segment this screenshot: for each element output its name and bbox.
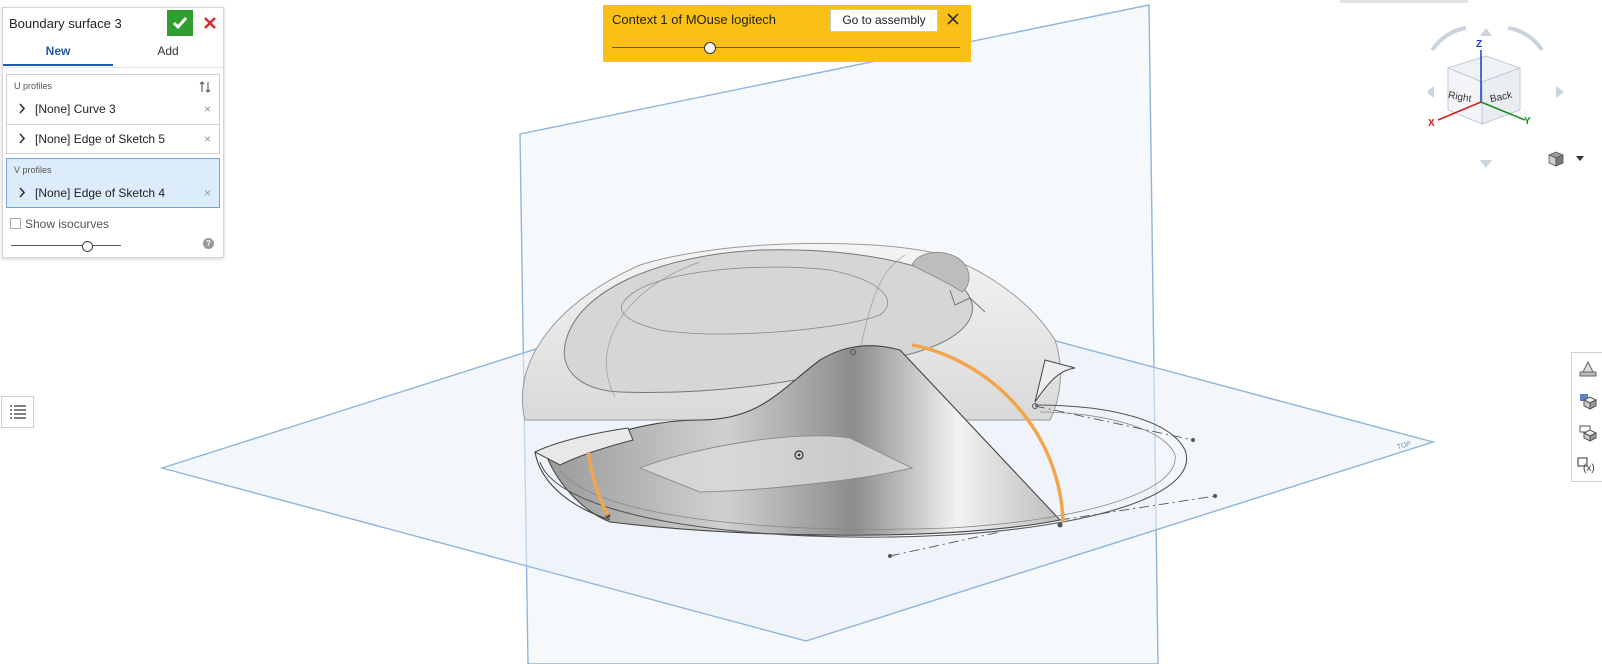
- chevron-right-icon[interactable]: [18, 133, 26, 144]
- help-icon[interactable]: ?: [203, 238, 214, 249]
- named-views-icon: [1579, 425, 1597, 442]
- sort-icon[interactable]: [199, 81, 211, 93]
- tab-new[interactable]: New: [3, 40, 113, 66]
- isocurve-slider-thumb[interactable]: [82, 241, 93, 252]
- view-cube[interactable]: Z X Y Right Back: [1426, 20, 1568, 170]
- z-axis-label: Z: [1476, 39, 1483, 50]
- v-profiles-label: V profiles: [14, 165, 52, 175]
- check-icon: [172, 17, 188, 30]
- show-isocurves-option[interactable]: Show isocurves: [10, 217, 109, 231]
- u-profiles-label: U profiles: [14, 81, 53, 91]
- boundary-surface-dialog: Boundary surface 3 New Add U profiles [N…: [2, 7, 224, 258]
- context-slider-track[interactable]: [612, 47, 960, 48]
- render-mode-button[interactable]: [1572, 353, 1602, 385]
- list-icon: [9, 405, 26, 419]
- v-profile-label: [None] Edge of Sketch 4: [35, 186, 166, 200]
- graphics-viewport[interactable]: TOP: [0, 0, 1602, 664]
- caret-down-icon: [1576, 156, 1584, 161]
- remove-selection-button[interactable]: ×: [204, 102, 211, 116]
- view-options-menu[interactable]: [1546, 150, 1586, 170]
- show-isocurves-checkbox[interactable]: [10, 218, 21, 229]
- accept-button[interactable]: [167, 10, 193, 36]
- variables-icon: (x): [1577, 457, 1595, 474]
- feature-list-button[interactable]: [1, 396, 34, 428]
- go-to-assembly-button[interactable]: Go to assembly: [830, 9, 938, 32]
- v-profile-row-1[interactable]: [None] Edge of Sketch 4 ×: [7, 179, 219, 207]
- chevron-right-icon[interactable]: [18, 103, 26, 114]
- v-profiles-box[interactable]: V profiles [None] Edge of Sketch 4 ×: [6, 158, 220, 208]
- tab-add[interactable]: Add: [113, 40, 223, 64]
- u-profile-row-1[interactable]: [None] Curve 3 ×: [7, 95, 219, 123]
- context-banner: Context 1 of MOuse logitech Go to assemb…: [603, 5, 971, 62]
- tabs-divider: [3, 67, 223, 68]
- orbit-down-arrow[interactable]: [1480, 160, 1492, 168]
- cube-icon: [1547, 151, 1565, 167]
- right-toolbar: (x): [1571, 352, 1602, 482]
- rotate-left-arrow[interactable]: [1430, 26, 1467, 52]
- u-profiles-box[interactable]: U profiles [None] Curve 3 × [None] Edge …: [6, 74, 220, 154]
- orbit-right-arrow[interactable]: [1556, 86, 1564, 98]
- variables-button[interactable]: (x): [1572, 449, 1602, 481]
- chevron-right-icon[interactable]: [18, 187, 26, 198]
- u-profile-label: [None] Curve 3: [35, 102, 116, 116]
- section-view-button[interactable]: [1572, 385, 1602, 417]
- orbit-left-arrow[interactable]: [1426, 86, 1434, 98]
- dialog-header: Boundary surface 3: [3, 8, 223, 38]
- orbit-up-arrow[interactable]: [1480, 28, 1492, 36]
- u-profile-row-2[interactable]: [None] Edge of Sketch 5 ×: [7, 125, 219, 153]
- section-view-icon: [1579, 394, 1597, 410]
- y-axis-label: Y: [1524, 116, 1531, 127]
- render-mode-icon: [1579, 360, 1596, 377]
- close-icon: [204, 17, 216, 29]
- dialog-tabs: New Add: [3, 40, 223, 66]
- named-views-button[interactable]: [1572, 417, 1602, 449]
- top-toolbar-edge: [1340, 0, 1468, 3]
- remove-selection-button[interactable]: ×: [204, 186, 211, 200]
- dialog-title: Boundary surface 3: [9, 16, 122, 31]
- svg-text:(x): (x): [1583, 463, 1595, 474]
- show-isocurves-label: Show isocurves: [25, 217, 110, 231]
- cancel-button[interactable]: [199, 10, 221, 36]
- close-icon[interactable]: [945, 11, 961, 27]
- context-slider-thumb[interactable]: [704, 42, 717, 54]
- rotate-right-arrow[interactable]: [1507, 26, 1544, 52]
- isocurve-slider-track[interactable]: [11, 245, 121, 246]
- x-axis-label: X: [1428, 118, 1435, 129]
- context-title: Context 1 of MOuse logitech: [612, 12, 777, 27]
- u-profile-label: [None] Edge of Sketch 5: [35, 132, 166, 146]
- remove-selection-button[interactable]: ×: [204, 132, 211, 146]
